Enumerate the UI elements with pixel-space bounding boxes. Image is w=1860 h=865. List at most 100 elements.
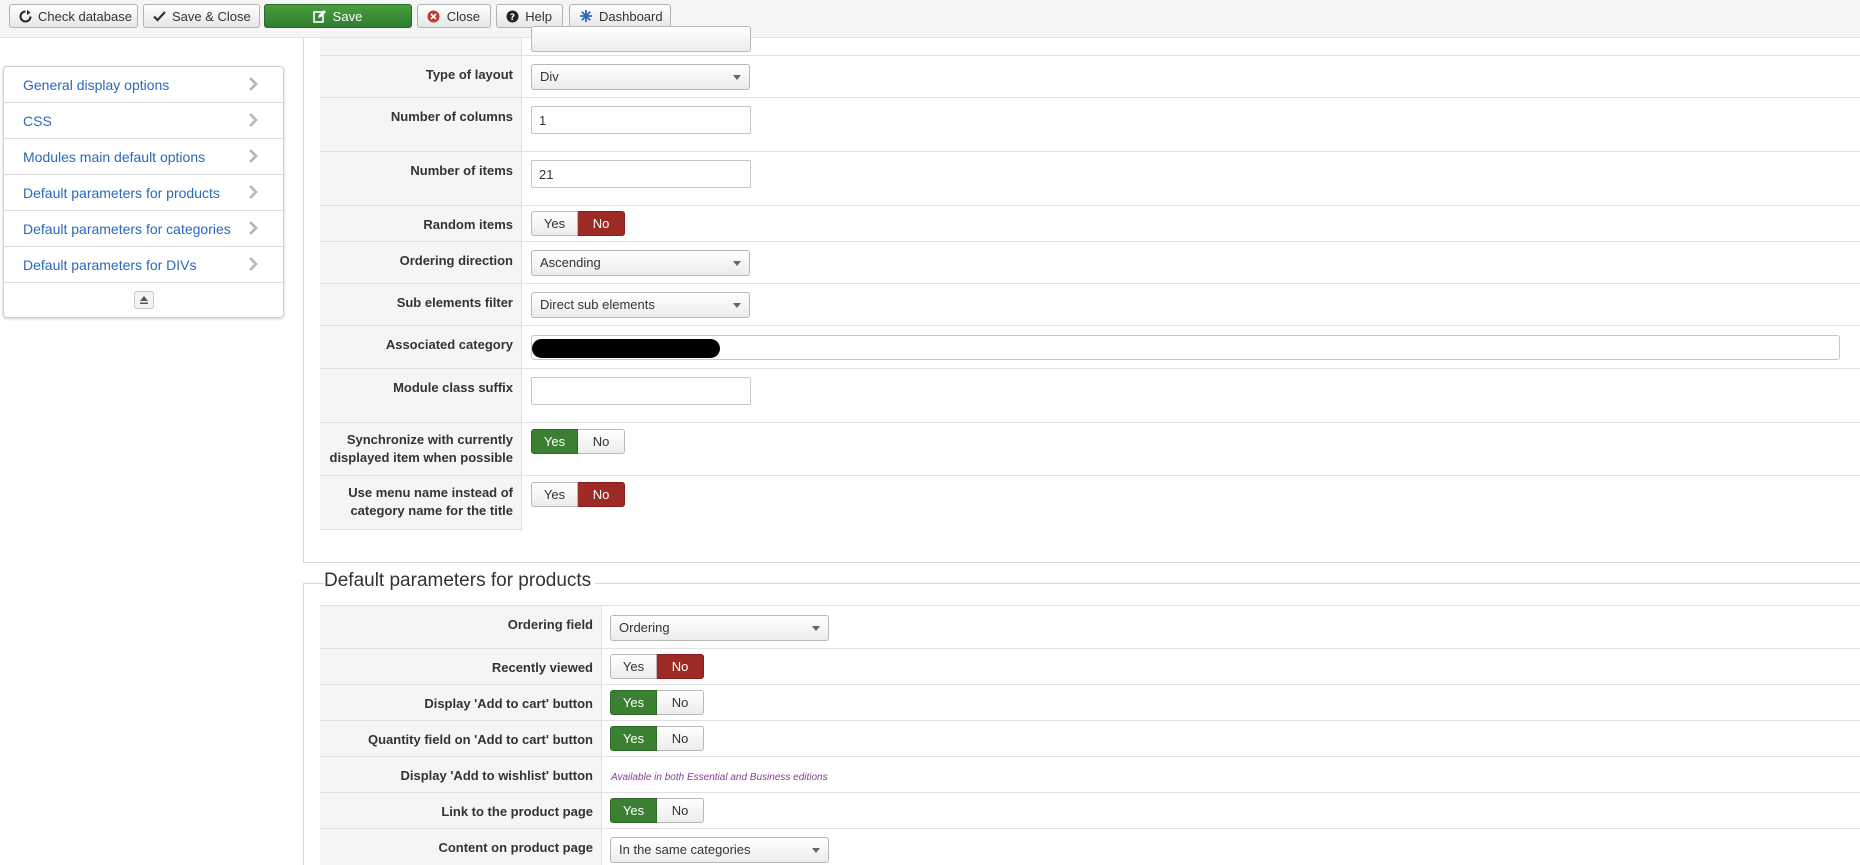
yes-option[interactable]: Yes [610, 798, 657, 823]
field-label: Number of columns [320, 98, 522, 151]
associated-category-field[interactable] [531, 335, 1840, 360]
select-value: In the same categories [619, 842, 751, 857]
field-label: Associated category [320, 326, 522, 368]
no-option[interactable]: No [578, 211, 625, 236]
hidden-select[interactable] [531, 26, 751, 52]
form-row-associated-category: Associated category [320, 325, 1860, 368]
dashboard-label: Dashboard [599, 8, 663, 24]
field-label: Type of layout [320, 56, 522, 97]
yes-option[interactable]: Yes [610, 690, 657, 715]
content-product-page-select[interactable]: In the same categories [610, 837, 829, 863]
no-option[interactable]: No [657, 726, 704, 751]
sidebar-item-label: Default parameters for categories [23, 220, 231, 237]
chevron-right-icon [249, 77, 258, 91]
form-row-add-to-cart: Display 'Add to cart' button Yes No [320, 684, 1860, 720]
form-row-hidden-top [320, 26, 1860, 55]
edition-note: Available in both Essential and Business… [611, 772, 828, 783]
yes-option[interactable]: Yes [531, 429, 578, 454]
field-label: Synchronize with currently displayed ite… [320, 423, 522, 475]
random-items-toggle: Yes No [531, 211, 625, 236]
field-label: Random items [320, 206, 522, 241]
help-label: Help [525, 8, 552, 24]
eject-up-icon [139, 296, 148, 304]
form-row-ordering-direction: Ordering direction Ascending [320, 241, 1860, 283]
help-button[interactable]: ? Help [496, 4, 563, 28]
no-option[interactable]: No [578, 482, 625, 507]
sub-elements-filter-select[interactable]: Direct sub elements [531, 292, 750, 318]
field-label: Recently viewed [320, 649, 602, 684]
form-row-synchronize: Synchronize with currently displayed ite… [320, 422, 1860, 475]
ordering-field-select[interactable]: Ordering [610, 615, 829, 641]
dashboard-button[interactable]: Dashboard [569, 4, 671, 28]
field-label: Display 'Add to wishlist' button [320, 757, 602, 792]
caret-down-icon [812, 626, 820, 631]
sidebar-item-modules-main[interactable]: Modules main default options [4, 139, 283, 175]
scroll-top-button[interactable] [133, 291, 154, 309]
caret-down-icon [733, 261, 741, 266]
use-menu-name-toggle: Yes No [531, 482, 625, 507]
chevron-right-icon [249, 113, 258, 127]
yes-option[interactable]: Yes [531, 482, 578, 507]
save-close-button[interactable]: Save & Close [143, 4, 260, 28]
sidebar-item-general-display[interactable]: General display options [4, 67, 283, 103]
add-to-cart-toggle: Yes No [610, 690, 704, 715]
yes-option[interactable]: Yes [610, 726, 657, 751]
save-button[interactable]: Save [264, 4, 412, 28]
form-row-content-product-page: Content on product page In the same cate… [320, 828, 1860, 865]
no-option[interactable]: No [578, 429, 625, 454]
type-of-layout-select[interactable]: Div [531, 64, 750, 90]
select-value: Direct sub elements [540, 297, 655, 312]
dashboard-icon [579, 9, 593, 23]
form-row-quantity-field: Quantity field on 'Add to cart' button Y… [320, 720, 1860, 756]
chevron-right-icon [249, 221, 258, 235]
form-row-number-of-columns: Number of columns 1 [320, 97, 1860, 151]
help-icon: ? [506, 9, 519, 23]
sidebar-item-products[interactable]: Default parameters for products [4, 175, 283, 211]
field-label: Display 'Add to cart' button [320, 685, 602, 720]
caret-down-icon [812, 848, 820, 853]
check-database-button[interactable]: Check database [9, 4, 138, 28]
form-row-random-items: Random items Yes No [320, 205, 1860, 241]
field-label: Sub elements filter [320, 284, 522, 325]
chevron-right-icon [249, 257, 258, 271]
recently-viewed-toggle: Yes No [610, 654, 704, 679]
select-value: Div [540, 69, 559, 84]
sidebar-item-label: General display options [23, 76, 170, 93]
ordering-direction-select[interactable]: Ascending [531, 250, 750, 276]
module-class-suffix-input[interactable] [531, 377, 751, 405]
field-label: Number of items [320, 152, 522, 205]
chevron-right-icon [249, 149, 258, 163]
no-option[interactable]: No [657, 690, 704, 715]
sidebar-item-label: CSS [23, 112, 52, 129]
link-product-page-toggle: Yes No [610, 798, 704, 823]
sidebar-item-label: Default parameters for DIVs [23, 256, 197, 273]
form-row-ordering-field: Ordering field Ordering [320, 605, 1860, 648]
close-button[interactable]: Close [417, 4, 491, 28]
sidebar-item-categories[interactable]: Default parameters for categories [4, 211, 283, 247]
caret-down-icon [733, 75, 741, 80]
quantity-field-toggle: Yes No [610, 726, 704, 751]
field-label: Ordering field [320, 606, 602, 648]
yes-option[interactable]: Yes [610, 654, 657, 679]
field-label: Quantity field on 'Add to cart' button [320, 721, 602, 756]
field-label: Link to the product page [320, 793, 602, 828]
synchronize-toggle: Yes No [531, 429, 625, 454]
section-border [303, 583, 304, 865]
field-label: Use menu name instead of category name f… [320, 476, 522, 529]
number-of-items-input[interactable]: 21 [531, 160, 751, 188]
number-of-columns-input[interactable]: 1 [531, 106, 751, 134]
no-option[interactable]: No [657, 654, 704, 679]
check-icon [153, 9, 166, 23]
no-option[interactable]: No [657, 798, 704, 823]
sidebar-item-label: Modules main default options [23, 148, 206, 165]
select-value: Ordering [619, 620, 670, 635]
close-circle-icon [427, 9, 441, 23]
yes-option[interactable]: Yes [531, 211, 578, 236]
save-label: Save [332, 8, 363, 24]
check-database-label: Check database [38, 8, 132, 24]
category-tag-redacted[interactable] [532, 339, 720, 358]
sidebar-footer [4, 283, 283, 317]
sidebar-item-divs[interactable]: Default parameters for DIVs [4, 247, 283, 283]
sidebar-item-css[interactable]: CSS [4, 103, 283, 139]
form-row-use-menu-name: Use menu name instead of category name f… [320, 475, 1860, 529]
